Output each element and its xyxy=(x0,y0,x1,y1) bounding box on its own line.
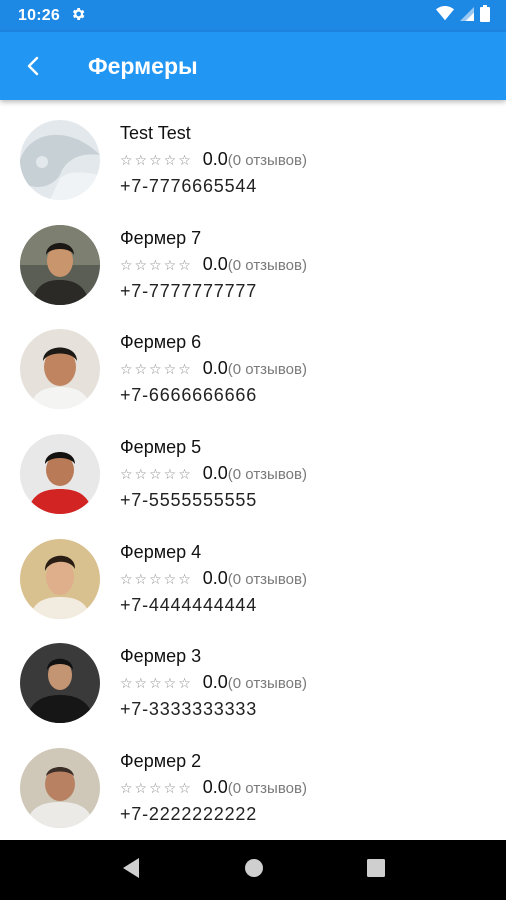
rating-row: ☆☆☆☆☆ 0.0 (0 отзывов) xyxy=(120,251,307,278)
status-bar: 10:26 xyxy=(0,0,506,32)
phone-number[interactable]: +7-2222222222 xyxy=(120,801,307,827)
farmer-list-item[interactable]: Фермер 7 ☆☆☆☆☆ 0.0 (0 отзывов) +7-777777… xyxy=(0,205,506,310)
avatar xyxy=(20,224,100,305)
nav-recents-button[interactable] xyxy=(366,858,385,882)
nav-home-button[interactable] xyxy=(244,858,264,883)
farmer-list-item[interactable]: Фермер 2 ☆☆☆☆☆ 0.0 (0 отзывов) +7-222222… xyxy=(0,728,506,833)
avatar-placeholder xyxy=(20,120,100,200)
farmer-name: Фермер 4 xyxy=(120,541,202,562)
avatar xyxy=(20,748,100,829)
system-nav-bar xyxy=(0,840,506,900)
nav-recents-icon xyxy=(366,858,385,877)
review-count: (0 отзывов) xyxy=(227,152,307,169)
back-button[interactable] xyxy=(10,42,58,90)
status-left: 10:26 xyxy=(18,6,86,27)
settings-gear-icon xyxy=(70,6,86,27)
rating-row: ☆☆☆☆☆ 0.0 (0 отзывов) xyxy=(120,669,307,696)
farmer-info: Фермер 4 ☆☆☆☆☆ 0.0 (0 отзывов) +7-444444… xyxy=(120,539,307,618)
farmer-info: Фермер 6 ☆☆☆☆☆ 0.0 (0 отзывов) +7-666666… xyxy=(120,329,307,408)
rating-stars: ☆☆☆☆☆ xyxy=(120,676,193,693)
nav-back-icon xyxy=(123,857,140,878)
avatar xyxy=(20,643,100,724)
rating-row: ☆☆☆☆☆ 0.0 (0 отзывов) xyxy=(120,774,307,801)
status-right xyxy=(436,5,490,27)
farmer-list-item[interactable]: Фермер 5 ☆☆☆☆☆ 0.0 (0 отзывов) +7-555555… xyxy=(0,414,506,519)
status-time: 10:26 xyxy=(18,7,60,24)
farmer-info: Test Test ☆☆☆☆☆ 0.0 (0 отзывов) +7-77766… xyxy=(120,120,307,199)
rating-row: ☆☆☆☆☆ 0.0 (0 отзывов) xyxy=(120,565,307,592)
review-count: (0 отзывов) xyxy=(227,256,307,274)
farmer-list[interactable]: Test Test ☆☆☆☆☆ 0.0 (0 отзывов) +7-77766… xyxy=(0,100,506,840)
rating-value: 0.0 xyxy=(202,567,228,588)
rating-value: 0.0 xyxy=(202,463,228,484)
phone-number[interactable]: +7-6666666666 xyxy=(120,382,307,408)
rating-stars: ☆☆☆☆☆ xyxy=(120,467,193,484)
phone-number[interactable]: +7-7777777777 xyxy=(120,278,307,304)
review-count: (0 отзывов) xyxy=(227,466,307,484)
avatar xyxy=(20,434,100,515)
review-count: (0 отзывов) xyxy=(227,361,307,379)
rating-value: 0.0 xyxy=(202,149,228,169)
farmer-list-item[interactable]: Test Test ☆☆☆☆☆ 0.0 (0 отзывов) +7-77766… xyxy=(0,100,506,205)
avatar xyxy=(20,329,100,410)
rating-value: 0.0 xyxy=(202,777,228,798)
phone-number[interactable]: +7-4444444444 xyxy=(120,592,307,618)
rating-row: ☆☆☆☆☆ 0.0 (0 отзывов) xyxy=(120,355,307,382)
rating-stars: ☆☆☆☆☆ xyxy=(120,257,193,274)
wifi-icon xyxy=(436,6,454,26)
farmer-name: Фермер 7 xyxy=(120,227,202,248)
farmer-info: Фермер 5 ☆☆☆☆☆ 0.0 (0 отзывов) +7-555555… xyxy=(120,434,307,513)
farmer-list-item[interactable]: Фермер 3 ☆☆☆☆☆ 0.0 (0 отзывов) +7-333333… xyxy=(0,623,506,728)
phone-number[interactable]: +7-7776665544 xyxy=(120,173,307,199)
page-title: Фермеры xyxy=(88,52,198,79)
farmer-list-item[interactable]: Фермер 4 ☆☆☆☆☆ 0.0 (0 отзывов) +7-444444… xyxy=(0,519,506,624)
rating-stars: ☆☆☆☆☆ xyxy=(120,571,193,588)
nav-home-icon xyxy=(244,858,263,877)
rating-stars: ☆☆☆☆☆ xyxy=(120,362,193,379)
farmer-name: Фермер 3 xyxy=(120,646,202,667)
review-count: (0 отзывов) xyxy=(227,570,307,588)
farmer-list-item[interactable]: Фермер 6 ☆☆☆☆☆ 0.0 (0 отзывов) +7-666666… xyxy=(0,309,506,414)
farmer-name: Фермер 6 xyxy=(120,332,202,353)
nav-back-button[interactable] xyxy=(121,857,141,884)
rating-stars: ☆☆☆☆☆ xyxy=(120,781,193,798)
farmer-info: Фермер 2 ☆☆☆☆☆ 0.0 (0 отзывов) +7-222222… xyxy=(120,748,307,827)
review-count: (0 отзывов) xyxy=(227,675,307,693)
signal-icon xyxy=(460,6,474,26)
rating-value: 0.0 xyxy=(202,358,228,379)
rating-stars: ☆☆☆☆☆ xyxy=(120,153,193,169)
back-arrow-icon xyxy=(27,56,39,76)
avatar xyxy=(20,538,100,619)
farmer-info: Фермер 3 ☆☆☆☆☆ 0.0 (0 отзывов) +7-333333… xyxy=(120,643,307,722)
battery-icon xyxy=(480,5,490,27)
farmer-info: Фермер 7 ☆☆☆☆☆ 0.0 (0 отзывов) +7-777777… xyxy=(120,225,307,304)
review-count: (0 отзывов) xyxy=(227,780,307,798)
phone-number[interactable]: +7-5555555555 xyxy=(120,487,307,513)
rating-value: 0.0 xyxy=(202,672,228,693)
app-bar: Фермеры xyxy=(0,32,506,100)
rating-value: 0.0 xyxy=(202,253,228,274)
farmer-name: Фермер 5 xyxy=(120,437,202,458)
farmer-name: Test Test xyxy=(120,123,191,143)
rating-row: ☆☆☆☆☆ 0.0 (0 отзывов) xyxy=(120,146,307,173)
rating-row: ☆☆☆☆☆ 0.0 (0 отзывов) xyxy=(120,460,307,487)
farmer-name: Фермер 2 xyxy=(120,751,202,772)
phone-number[interactable]: +7-3333333333 xyxy=(120,696,307,722)
